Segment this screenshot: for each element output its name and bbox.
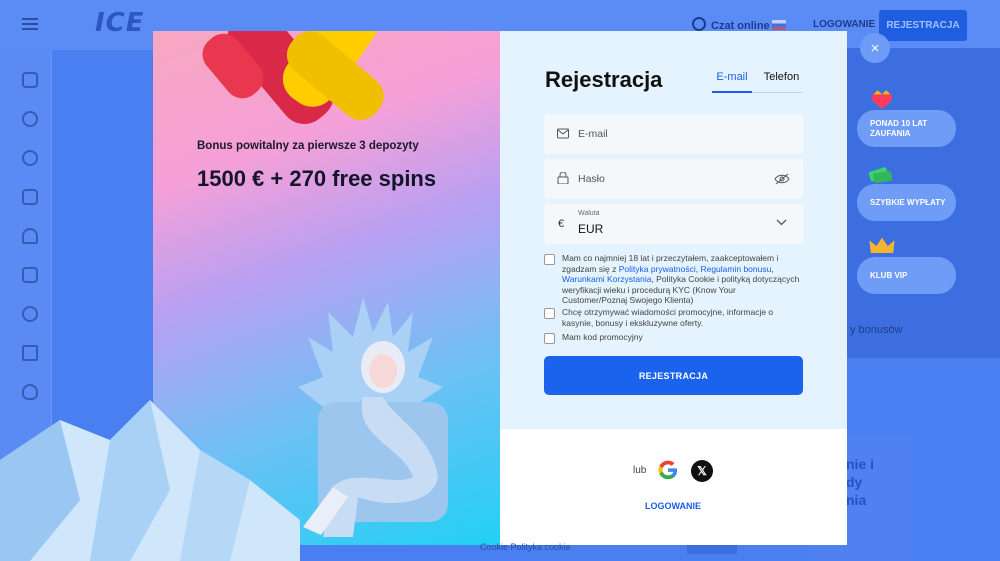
marketing-text: Chcę otrzymywać wiadomości promocyjne, i…: [562, 307, 774, 328]
marketing-checkbox-row: Chcę otrzymywać wiadomości promocyjne, i…: [544, 307, 803, 329]
mail-icon: [557, 128, 569, 139]
header-login-link[interactable]: LOGOWANIE: [813, 19, 875, 30]
tab-email[interactable]: E-mail: [712, 71, 752, 93]
perk-fast-payouts: SZYBKIE WYPŁATY: [857, 184, 956, 221]
promo-code-text: Mam kod promocyjny: [562, 332, 643, 342]
password-placeholder: Hasło: [578, 173, 605, 185]
calendar-icon[interactable]: [22, 267, 38, 283]
terms-text: Mam co najmniej 18 lat i przeczytałem, z…: [562, 253, 800, 305]
crown-icon: [869, 237, 895, 253]
tab-phone[interactable]: Telefon: [760, 71, 803, 93]
registration-tabs: E-mail Telefon: [712, 71, 803, 93]
bonus-terms-link[interactable]: Regulamin bonusu: [700, 264, 771, 274]
eye-off-icon[interactable]: [774, 173, 790, 185]
tag-icon[interactable]: [22, 189, 38, 205]
award-icon[interactable]: [22, 150, 38, 166]
sports-icon[interactable]: [22, 111, 38, 127]
promo-title: Bonus powitalny za pierwsze 3 depozyty: [197, 140, 419, 152]
lock-icon: [557, 172, 569, 184]
terms-of-use-link[interactable]: Warunkami Korzystania: [562, 274, 651, 284]
chevron-down-icon: [776, 219, 787, 226]
privacy-policy-link[interactable]: Polityka prywatności: [619, 264, 696, 274]
iceberg-illustration: [0, 400, 300, 561]
email-placeholder: E-mail: [578, 128, 608, 140]
registration-form-panel: Rejestracja E-mail Telefon E-mail Hasło …: [500, 31, 847, 429]
perk-trust: PONAD 10 LAT ZAUFANIA: [857, 110, 956, 147]
ball-icon[interactable]: [22, 306, 38, 322]
perk-vip-club: KLUB VIP: [857, 257, 956, 294]
or-label: lub: [633, 465, 647, 476]
euro-icon: €: [558, 218, 565, 230]
promo-bonus: 1500 € + 270 free spins: [197, 166, 437, 191]
currency-select[interactable]: € Waluta EUR: [544, 204, 803, 244]
language-flag-icon[interactable]: [772, 20, 786, 30]
terms-checkbox[interactable]: [544, 254, 555, 265]
social-login-panel: lub 𝕏 LOGOWANIE: [500, 429, 847, 545]
currency-value: EUR: [578, 222, 604, 236]
marketing-checkbox[interactable]: [544, 308, 555, 319]
grid-icon[interactable]: [22, 72, 38, 88]
menu-icon[interactable]: [22, 18, 38, 30]
form-title: Rejestracja: [545, 67, 663, 92]
cookie-text: Cookie Polityka cookie: [480, 542, 571, 552]
password-field[interactable]: Hasło: [544, 159, 803, 199]
promo-code-checkbox-row: Mam kod promocyjny: [544, 332, 803, 344]
gift-ribbon-icon: [202, 31, 384, 124]
currency-label: Waluta: [578, 210, 600, 217]
rocket-icon[interactable]: [22, 228, 38, 244]
trophy-icon[interactable]: [22, 345, 38, 361]
background-bonus-heading: nie i dy nia: [846, 456, 875, 508]
site-logo[interactable]: ICE: [95, 8, 145, 38]
google-icon[interactable]: [657, 459, 679, 481]
close-button[interactable]: ×: [860, 33, 890, 63]
heart-icon: [871, 90, 893, 109]
email-field[interactable]: E-mail: [544, 114, 803, 154]
login-link[interactable]: LOGOWANIE: [645, 501, 701, 511]
x-twitter-icon[interactable]: 𝕏: [691, 460, 713, 482]
money-icon: [868, 167, 893, 184]
promo-code-checkbox[interactable]: [544, 333, 555, 344]
chat-link[interactable]: Czat online: [692, 17, 770, 32]
register-submit-button[interactable]: REJESTRACJA: [544, 356, 803, 395]
background-bonus-text: y bonusów: [850, 324, 903, 336]
terms-checkbox-row: Mam co najmniej 18 lat i przeczytałem, z…: [544, 253, 803, 305]
header-register-button[interactable]: REJESTRACJA: [879, 10, 967, 41]
